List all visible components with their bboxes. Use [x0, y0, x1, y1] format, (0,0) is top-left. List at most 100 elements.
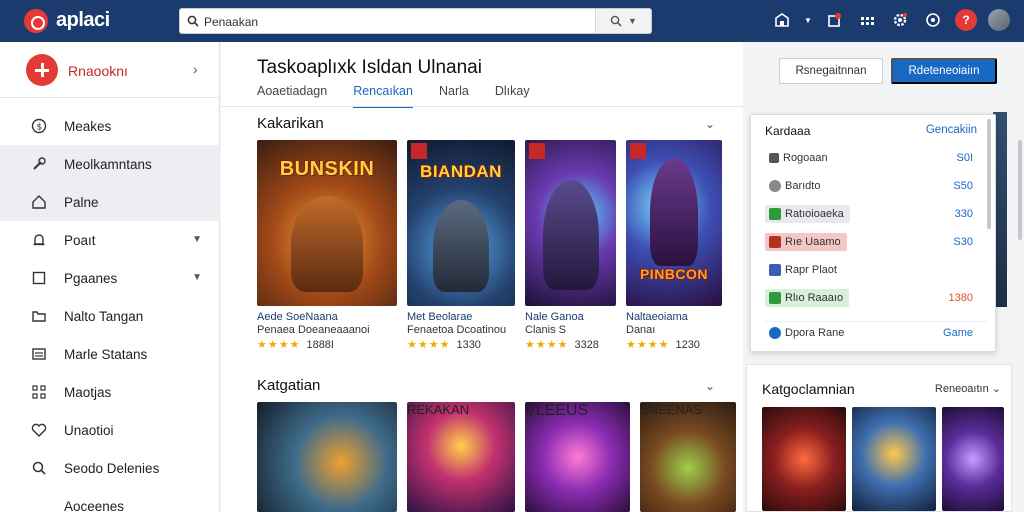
game-card[interactable] [257, 402, 397, 512]
game-card[interactable]: BUNSKIN Aede SoeNaana Penaea Doeaneaaano… [257, 140, 397, 351]
apps-grid-icon[interactable] [856, 9, 878, 31]
globe-icon [769, 326, 781, 339]
sidebar-item-aoceenes[interactable]: Aoceenes [0, 487, 220, 512]
dropdown-item-label: Barıdto [785, 180, 821, 192]
page-scrollbar[interactable] [1018, 140, 1022, 240]
sort-select[interactable]: Reneoaıtın ⌄ [935, 382, 1001, 395]
primary-button[interactable]: Rdeteneoiaiın [891, 58, 997, 84]
game-card[interactable]: BIANDAN Met Beolarae Fenaetoa Dcoatinou … [407, 140, 515, 351]
store-icon[interactable] [771, 9, 793, 31]
game-cover-image[interactable]: REKAKAN [407, 402, 515, 512]
list-icon [30, 345, 48, 363]
category-panel: Katgoclamnian Reneoaıtın ⌄ [746, 364, 1012, 512]
search-button[interactable]: ▼ [595, 9, 651, 33]
settings-icon[interactable] [889, 9, 911, 31]
help-icon[interactable] [922, 9, 944, 31]
tab-narla[interactable]: Narla [439, 84, 469, 108]
sidebar-item-pgaanes[interactable]: Pgaanes ▼ [0, 259, 220, 297]
search-icon [610, 15, 622, 27]
game-cover-image[interactable] [525, 140, 616, 306]
cover-title-text: BUNSKIN [279, 158, 375, 180]
sidebar-item-label: Meakes [64, 118, 112, 134]
sidebar-brand[interactable]: Rnaooknı › [0, 42, 220, 98]
game-cover-image[interactable] [942, 407, 1004, 511]
dropdown-item[interactable]: Barıdto S50 [765, 175, 987, 197]
game-cover-image[interactable] [762, 407, 846, 511]
controller-icon [769, 153, 779, 163]
sidebar-item-meakes[interactable]: $ Meakes [0, 107, 220, 145]
sort-select-label: Reneoaıtın [934, 383, 989, 395]
secondary-button[interactable]: Rsnegaitnnan [779, 58, 883, 84]
sidebar-item-nalto-tangan[interactable]: Nalto Tangan [0, 297, 220, 335]
sidebar-item-label: Unaotioi [64, 422, 114, 438]
game-title[interactable]: Nale Ganoa [525, 311, 616, 323]
dropdown-item-value: S50 [953, 180, 973, 192]
sidebar-item-label: Seodo Delenies [64, 460, 160, 476]
star-rating-icon: ★★★★ [626, 339, 670, 351]
game-card[interactable]: SNEENAS [640, 402, 736, 512]
game-publisher: Fenaetoa Dcoatinou [407, 324, 507, 336]
game-card[interactable]: VLEEUS [525, 402, 630, 512]
sidebar-item-unaotioi[interactable]: Unaotioi [0, 411, 220, 449]
profile-badge-icon[interactable]: ? [955, 9, 977, 31]
game-title[interactable]: Naltaeoiama [626, 311, 722, 323]
sidebar-item-palne[interactable]: Palne [0, 183, 220, 221]
game-cover-image[interactable]: SNEENAS [640, 402, 736, 512]
game-cover-image[interactable]: VLEEUS [525, 402, 630, 512]
bookmark-icon [529, 143, 545, 159]
sidebar-item-marle-statans[interactable]: Marle Statans [0, 335, 220, 373]
rating-count: 1888I [306, 339, 334, 351]
game-cover-image[interactable] [852, 407, 936, 511]
game-publisher: Clanis S [525, 324, 566, 336]
game-cover-image[interactable]: BIANDAN [407, 140, 515, 306]
cover-title-text: PINBCON [639, 266, 709, 282]
brand-name: Rnaooknı [68, 63, 128, 79]
game-card[interactable]: Nale Ganoa Clanis S ★★★★ 3328 [525, 140, 616, 351]
dropdown-item-label: Dpora Rane [785, 326, 845, 339]
chevron-down-icon[interactable]: ▼ [804, 9, 812, 31]
dropdown-item[interactable]: Rogoaan S0I [765, 147, 987, 169]
dropdown-scrollbar[interactable] [987, 119, 991, 229]
sidebar-item-label: Pgaanes [64, 270, 118, 286]
app-logo-icon[interactable] [24, 9, 48, 33]
dropdown-item-label: Rıe Uaamo [785, 236, 841, 248]
sidebar-item-label: Meolkamntans [64, 156, 152, 172]
game-rating: ★★★★ 1230 [626, 338, 722, 351]
rating-count: 3328 [574, 339, 599, 351]
tab-aoaetiadagn[interactable]: Aoaetiadagn [257, 84, 327, 108]
chevron-down-icon: ⌄ [991, 383, 1001, 395]
cover-title-text: SNEENAS [640, 402, 703, 417]
notification-icon[interactable] [823, 9, 845, 31]
game-cover-image[interactable] [257, 402, 397, 512]
chevron-right-icon[interactable]: › [193, 61, 198, 77]
sidebar-item-maotjas[interactable]: Maotjas [0, 373, 220, 411]
dropdown-item[interactable]: Rıe Uaamo S30 [765, 231, 987, 253]
search-input[interactable] [204, 13, 584, 30]
game-cover-image[interactable]: PINBCON [626, 140, 722, 306]
app-logo-text[interactable]: aplaci [56, 9, 110, 32]
dropdown-item[interactable]: Rapr Plaot [765, 259, 987, 281]
avatar[interactable] [988, 9, 1010, 31]
chevron-down-icon[interactable]: ⌄ [705, 117, 715, 131]
game-title[interactable]: Met Beolarae [407, 311, 515, 323]
dropdown-header-link[interactable]: Gencakiin [926, 124, 977, 136]
chevron-down-icon[interactable]: ▼ [192, 272, 202, 283]
game-card[interactable]: PINBCON Naltaeoiama Danaı ★★★★ 1230 [626, 140, 722, 351]
dropdown-item[interactable]: Dpora Rane Game [765, 321, 987, 343]
dropdown-item[interactable]: Ratıoioaeka 330 [765, 203, 987, 225]
dropdown-item-chip: Rıe Uaamo [765, 233, 847, 251]
grid-icon [30, 383, 48, 401]
game-title[interactable]: Aede SoeNaana [257, 311, 397, 323]
chevron-down-icon[interactable]: ▼ [192, 234, 202, 245]
tab-dlikay[interactable]: Dlıkay [495, 84, 530, 108]
game-card[interactable]: REKAKAN [407, 402, 515, 512]
sidebar-item-seodo-delenies[interactable]: Seodo Delenies [0, 449, 220, 487]
tab-rencaikan[interactable]: Rencaıkan [353, 84, 413, 108]
chevron-down-icon[interactable]: ⌄ [705, 379, 715, 393]
sidebar-item-label: Aoceenes [64, 498, 125, 512]
dropdown-item[interactable]: Rlıo Raaaıo 1380 [765, 287, 987, 309]
game-cover-image[interactable]: BUNSKIN [257, 140, 397, 306]
sidebar-item-poait[interactable]: Poaıt ▼ [0, 221, 220, 259]
sidebar-item-meolkamntans[interactable]: Meolkamntans [0, 145, 220, 183]
dropdown-item-value[interactable]: Game [943, 327, 973, 339]
